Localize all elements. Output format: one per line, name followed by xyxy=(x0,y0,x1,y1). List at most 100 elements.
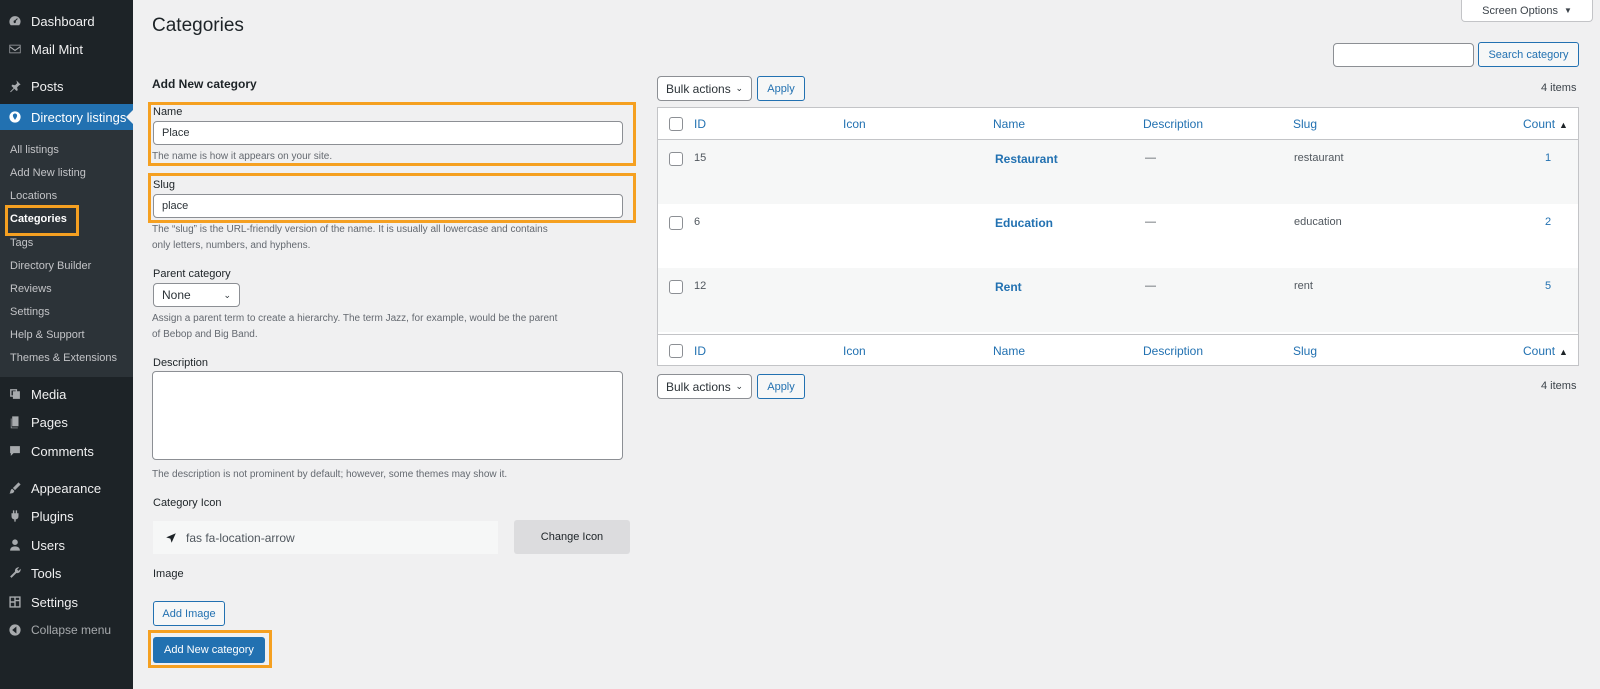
menu-collapse[interactable]: Collapse menu xyxy=(0,616,133,644)
submenu-categories[interactable]: Categories xyxy=(10,211,67,227)
items-count-top: 4 items xyxy=(1541,82,1577,94)
column-count[interactable]: Count ▲ xyxy=(1523,117,1568,131)
search-category-button[interactable]: Search category xyxy=(1478,42,1579,67)
form-title: Add New category xyxy=(152,77,257,91)
slug-field[interactable]: place xyxy=(153,194,623,218)
apply-button-top[interactable]: Apply xyxy=(757,76,805,101)
name-field[interactable]: Place xyxy=(153,121,623,145)
column-icon[interactable]: Icon xyxy=(843,344,866,358)
table-row: 12 Rent — rent 5 xyxy=(658,268,1578,332)
row-checkbox[interactable] xyxy=(669,152,683,166)
category-icon-field[interactable]: fas fa-location-arrow xyxy=(153,521,498,554)
menu-appearance[interactable]: Appearance xyxy=(0,474,133,502)
bulk-actions-select-top[interactable]: Bulk actions ⌄ xyxy=(657,76,752,101)
slug-field-value: place xyxy=(162,200,189,212)
submenu-settings[interactable]: Settings xyxy=(10,304,50,320)
name-label: Name xyxy=(153,106,183,118)
column-name[interactable]: Name xyxy=(993,117,1025,131)
table-row: 6 Education — education 2 xyxy=(658,204,1578,268)
row-checkbox[interactable] xyxy=(669,216,683,230)
menu-media[interactable]: Media xyxy=(0,380,133,408)
submenu-themes-extensions[interactable]: Themes & Extensions xyxy=(10,350,117,366)
brush-icon xyxy=(8,481,22,495)
row-name-link[interactable]: Education xyxy=(995,216,1053,230)
menu-settings[interactable]: Settings xyxy=(0,588,133,616)
submenu-directory-builder[interactable]: Directory Builder xyxy=(10,258,91,274)
submenu-help-support[interactable]: Help & Support xyxy=(10,327,85,343)
chevron-down-icon: ⌄ xyxy=(735,381,743,391)
table-footer-row: ID Icon Name Description Slug Count ▲ xyxy=(658,334,1578,366)
row-name-link[interactable]: Rent xyxy=(995,280,1022,294)
search-input[interactable] xyxy=(1333,43,1474,67)
parent-category-value: None xyxy=(162,288,191,302)
parent-category-label: Parent category xyxy=(153,268,231,280)
row-count-link[interactable]: 1 xyxy=(1545,152,1551,164)
column-name[interactable]: Name xyxy=(993,344,1025,358)
parent-category-select[interactable]: None ⌄ xyxy=(153,283,240,307)
menu-pages[interactable]: Pages xyxy=(0,408,133,436)
row-id: 12 xyxy=(694,280,707,292)
row-checkbox[interactable] xyxy=(669,280,683,294)
row-slug: restaurant xyxy=(1294,152,1344,164)
submenu-locations[interactable]: Locations xyxy=(10,188,57,204)
directory-submenu: All listings Add New listing Locations C… xyxy=(0,130,133,377)
menu-posts[interactable]: Posts xyxy=(0,72,133,100)
column-count[interactable]: Count ▲ xyxy=(1523,344,1568,358)
select-all-checkbox-footer[interactable] xyxy=(669,344,683,358)
menu-mail-mint[interactable]: Mail Mint xyxy=(0,35,133,63)
pin-icon xyxy=(8,79,22,93)
menu-directory-listings[interactable]: Directory listings xyxy=(0,104,133,130)
row-slug: rent xyxy=(1294,280,1313,292)
description-textarea[interactable] xyxy=(152,371,623,460)
screen-options-label: Screen Options xyxy=(1482,4,1558,17)
bulk-actions-select-bottom[interactable]: Bulk actions ⌄ xyxy=(657,374,752,399)
column-description[interactable]: Description xyxy=(1143,117,1203,131)
row-count-link[interactable]: 2 xyxy=(1545,216,1551,228)
submenu-reviews[interactable]: Reviews xyxy=(10,281,52,297)
menu-dashboard[interactable]: Dashboard xyxy=(0,7,133,35)
row-count-link[interactable]: 5 xyxy=(1545,280,1551,292)
category-icon-value: fas fa-location-arrow xyxy=(186,530,295,545)
mail-icon xyxy=(8,42,22,56)
media-icon xyxy=(8,387,22,401)
slug-help-line1: The “slug” is the URL-friendly version o… xyxy=(152,224,548,235)
menu-users[interactable]: Users xyxy=(0,531,133,559)
row-slug: education xyxy=(1294,216,1342,228)
menu-tools[interactable]: Tools xyxy=(0,559,133,587)
column-slug[interactable]: Slug xyxy=(1293,344,1317,358)
apply-button-bottom[interactable]: Apply xyxy=(757,374,805,399)
row-description: — xyxy=(1145,152,1156,164)
column-icon[interactable]: Icon xyxy=(843,117,866,131)
submenu-tags[interactable]: Tags xyxy=(10,235,33,251)
location-arrow-icon xyxy=(166,532,176,543)
plug-icon xyxy=(8,509,22,523)
image-label: Image xyxy=(153,568,184,580)
column-id[interactable]: ID xyxy=(694,344,706,358)
row-name-link[interactable]: Restaurant xyxy=(995,152,1058,166)
wrench-icon xyxy=(8,566,22,580)
column-id[interactable]: ID xyxy=(694,117,706,131)
bulk-actions-label: Bulk actions xyxy=(666,81,731,96)
menu-plugins[interactable]: Plugins xyxy=(0,502,133,530)
column-slug[interactable]: Slug xyxy=(1293,117,1317,131)
slug-help-line2: only letters, numbers, and hyphens. xyxy=(152,240,311,251)
admin-sidebar: Dashboard Mail Mint Posts Directory list… xyxy=(0,0,133,689)
change-icon-button[interactable]: Change Icon xyxy=(514,520,630,554)
column-description[interactable]: Description xyxy=(1143,344,1203,358)
description-help: The description is not prominent by defa… xyxy=(152,469,508,480)
name-field-value: Place xyxy=(162,127,190,139)
submenu-all-listings[interactable]: All listings xyxy=(10,142,59,158)
name-help: The name is how it appears on your site. xyxy=(152,151,333,162)
menu-comments[interactable]: Comments xyxy=(0,437,133,465)
submenu-add-new-listing[interactable]: Add New listing xyxy=(10,165,86,181)
dashboard-icon xyxy=(8,14,22,28)
description-label: Description xyxy=(153,357,209,369)
table-header-row: ID Icon Name Description Slug Count ▲ xyxy=(658,108,1578,140)
select-all-checkbox[interactable] xyxy=(669,117,683,131)
add-image-button[interactable]: Add Image xyxy=(153,601,225,626)
collapse-icon xyxy=(8,623,22,637)
caret-down-icon: ▼ xyxy=(1563,6,1572,15)
screen-options-button[interactable]: Screen Options ▼ xyxy=(1461,0,1593,22)
chevron-down-icon: ⌄ xyxy=(735,83,743,93)
add-new-category-button[interactable]: Add New category xyxy=(153,637,265,663)
